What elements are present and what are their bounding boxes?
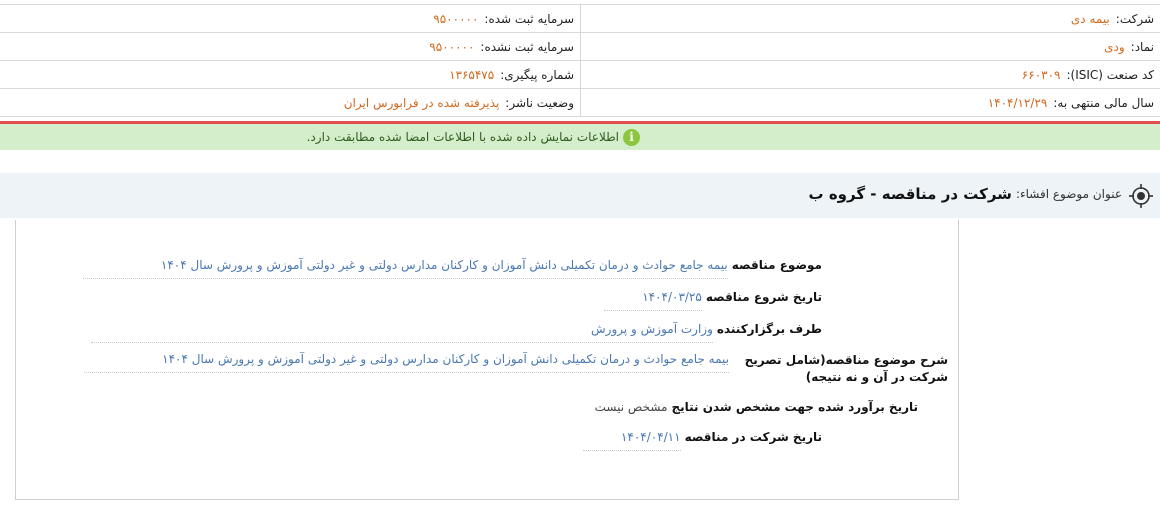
notice-content: i اطلاعات نمایش داده شده با اطلاعات امضا… (306, 128, 640, 146)
detail-value-organizer: وزارت آموزش و پرورش (91, 322, 713, 343)
info-row-fiscal: سال مالی منتهی به: ۱۴۰۴/۱۲/۲۹ وضعیت ناشر… (0, 89, 1160, 117)
tracking-number-value: ۱۳۶۵۴۷۵ (449, 67, 495, 82)
detail-row-participation-date: تاریخ شرکت در مناقصه ۱۴۰۴/۰۴/۱۱ (582, 430, 822, 451)
publisher-status-value: پذیرفته شده در فرابورس ایران (343, 95, 500, 110)
registered-capital-cell: سرمایه ثبت شده: ۹۵۰۰۰۰۰ (0, 5, 580, 32)
detail-value-subject: بیمه جامع حوادث و درمان تکمیلی دانش آموز… (82, 258, 728, 279)
unregistered-capital-label: سرمایه ثبت نشده: (480, 39, 574, 54)
symbol-cell: نماد: ودی (580, 33, 1160, 60)
registered-capital-value: ۹۵۰۰۰۰۰ (433, 11, 479, 26)
fiscal-year-cell: سال مالی منتهی به: ۱۴۰۴/۱۲/۲۹ (580, 89, 1160, 116)
symbol-label: نماد: (1130, 39, 1154, 54)
unregistered-capital-value: ۹۵۰۰۰۰۰ (429, 39, 475, 54)
detail-value-estimated-date: مشخص نیست (594, 400, 668, 414)
company-cell: شرکت: بیمه دی (580, 5, 1160, 32)
unregistered-capital-cell: سرمایه ثبت نشده: ۹۵۰۰۰۰۰ (0, 33, 580, 60)
detail-value-description: بیمه جامع حوادث و درمان تکمیلی دانش آموز… (84, 352, 729, 373)
detail-label-estimated-date: تاریخ برآورد شده جهت مشخص شدن نتایج (671, 400, 918, 414)
info-icon: i (623, 128, 640, 146)
tracking-number-label: شماره پیگیری: (500, 67, 574, 82)
disclosure-subject-bar: عنوان موضوع افشاء: شرکت در مناقصه - گروه… (0, 173, 1160, 218)
detail-label-description: شرح موضوع مناقصه(شامل تصریح شرکت در آن و… (744, 353, 948, 384)
info-row-isic: کد صنعت (ISIC): ۶۶۰۳۰۹ شماره پیگیری: ۱۳۶… (0, 61, 1160, 89)
detail-label-participation-date: تاریخ شرکت در مناقصه (684, 430, 822, 444)
detail-value-start-date: ۱۴۰۴/۰۳/۲۵ (604, 290, 702, 311)
target-icon (1129, 184, 1153, 208)
info-row-company: شرکت: بیمه دی سرمایه ثبت شده: ۹۵۰۰۰۰۰ (0, 4, 1160, 33)
detail-value-participation-date: ۱۴۰۴/۰۴/۱۱ (582, 430, 681, 451)
detail-row-start-date: تاریخ شروع مناقصه ۱۴۰۴/۰۳/۲۵ (604, 290, 822, 311)
detail-row-organizer: طرف برگزارکننده وزارت آموزش و پرورش (91, 322, 822, 343)
detail-label-organizer: طرف برگزارکننده (716, 322, 822, 336)
subject-content: عنوان موضوع افشاء: شرکت در مناقصه - گروه… (809, 185, 1122, 203)
tender-details-box: موضوع مناقصه بیمه جامع حوادث و درمان تکم… (15, 220, 959, 500)
isic-cell: کد صنعت (ISIC): ۶۶۰۳۰۹ (580, 61, 1160, 88)
company-value: بیمه دی (1070, 11, 1110, 26)
fiscal-year-value: ۱۴۰۴/۱۲/۲۹ (987, 95, 1048, 110)
detail-label-subject: موضوع مناقصه (731, 258, 822, 272)
info-row-symbol: نماد: ودی سرمایه ثبت نشده: ۹۵۰۰۰۰۰ (0, 33, 1160, 61)
detail-row-description: شرح موضوع مناقصه(شامل تصریح شرکت در آن و… (84, 352, 948, 386)
symbol-value: ودی (1104, 39, 1125, 54)
company-label: شرکت: (1115, 11, 1154, 26)
isic-label: کد صنعت (ISIC): (1066, 67, 1154, 82)
fiscal-year-label: سال مالی منتهی به: (1053, 95, 1154, 110)
isic-value: ۶۶۰۳۰۹ (1021, 67, 1061, 82)
publisher-status-label: وضعیت ناشر: (505, 95, 574, 110)
subject-label: عنوان موضوع افشاء: (1015, 187, 1122, 201)
company-info-table: شرکت: بیمه دی سرمایه ثبت شده: ۹۵۰۰۰۰۰ نم… (0, 4, 1160, 117)
registered-capital-label: سرمایه ثبت شده: (484, 11, 574, 26)
detail-label-start-date: تاریخ شروع مناقصه (705, 290, 822, 304)
detail-row-subject: موضوع مناقصه بیمه جامع حوادث و درمان تکم… (82, 258, 822, 279)
verification-notice: i اطلاعات نمایش داده شده با اطلاعات امضا… (0, 124, 1160, 150)
tracking-number-cell: شماره پیگیری: ۱۳۶۵۴۷۵ (0, 61, 580, 88)
subject-title: شرکت در مناقصه - گروه ب (808, 185, 1012, 203)
detail-row-estimated-date: تاریخ برآورد شده جهت مشخص شدن نتایج مشخص… (595, 400, 918, 420)
notice-text: اطلاعات نمایش داده شده با اطلاعات امضا ش… (306, 130, 619, 144)
publisher-status-cell: وضعیت ناشر: پذیرفته شده در فرابورس ایران (0, 89, 580, 116)
